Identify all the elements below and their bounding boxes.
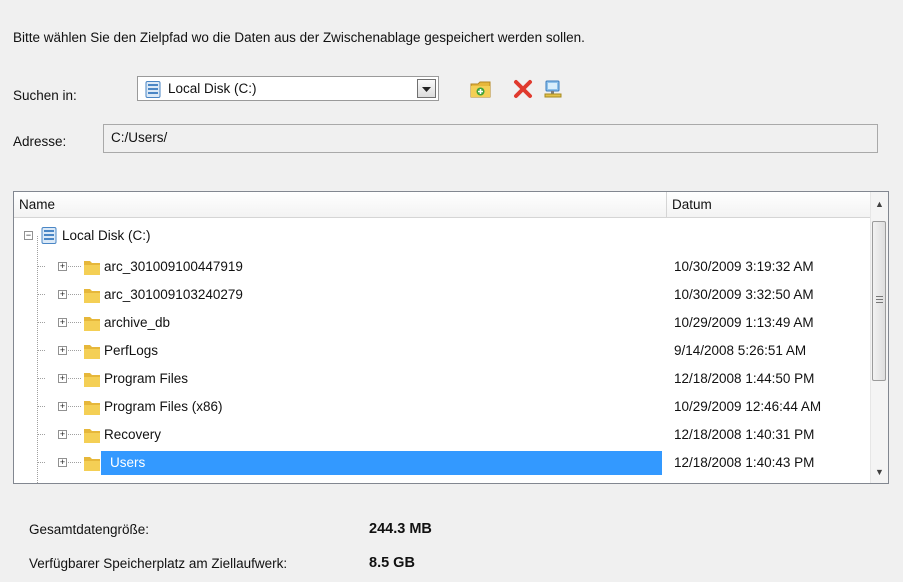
instruction-text: Bitte wählen Sie den Zielpfad wo die Dat… — [13, 30, 585, 45]
delete-icon — [513, 79, 533, 102]
expand-icon[interactable]: + — [58, 318, 67, 327]
address-value: C:/Users/ — [111, 130, 168, 145]
tree-item-date: 10/29/2009 1:13:49 AM — [674, 315, 814, 330]
scroll-up-icon[interactable]: ▲ — [871, 192, 888, 217]
selection-highlight — [101, 451, 662, 475]
column-header-date[interactable]: Datum — [667, 192, 872, 217]
address-field[interactable]: C:/Users/ — [103, 124, 878, 153]
tree-item[interactable]: + arc_301009100447919 10/30/2009 3:19:32… — [14, 253, 872, 281]
vertical-scrollbar[interactable]: ▲ ▼ — [870, 192, 888, 483]
tree-item-date: 10/30/2009 3:32:50 AM — [674, 287, 814, 302]
expand-icon[interactable]: + — [58, 346, 67, 355]
expand-icon[interactable]: + — [58, 262, 67, 271]
tree-item[interactable]: + Program Files (x86) 10/29/2009 12:46:4… — [14, 393, 872, 421]
folder-icon — [83, 258, 101, 279]
folder-icon — [83, 342, 101, 363]
folder-icon — [83, 370, 101, 391]
folder-icon — [83, 286, 101, 307]
tree-item-date: 12/18/2008 1:44:50 PM — [674, 371, 815, 386]
chevron-down-icon — [422, 81, 431, 96]
tree-item-date: 10/30/2009 3:19:32 AM — [674, 259, 814, 274]
tree-item[interactable]: + arc_301009103240279 10/30/2009 3:32:50… — [14, 281, 872, 309]
drive-icon — [41, 227, 57, 247]
network-drive-icon — [543, 79, 563, 102]
tree-item[interactable]: + archive_db 10/29/2009 1:13:49 AM — [14, 309, 872, 337]
address-label: Adresse: — [13, 134, 67, 149]
location-dropdown[interactable]: Local Disk (C:) — [137, 76, 439, 101]
tree-root-row[interactable]: − Local Disk (C:) — [14, 222, 872, 250]
expand-icon[interactable]: + — [58, 374, 67, 383]
tree-item-name: archive_db — [104, 315, 171, 330]
total-size-label: Gesamtdatengröße: — [29, 522, 150, 537]
scroll-down-icon[interactable]: ▼ — [871, 461, 888, 483]
tree-item[interactable]: + PerfLogs 9/14/2008 5:26:51 AM — [14, 337, 872, 365]
collapse-icon[interactable]: − — [24, 231, 33, 240]
delete-button[interactable] — [512, 79, 534, 101]
tree-item[interactable]: + Recovery 12/18/2008 1:40:31 PM — [14, 421, 872, 449]
expand-icon[interactable]: + — [58, 458, 67, 467]
drive-icon — [145, 81, 161, 101]
tree-item-date: 12/18/2008 1:40:43 PM — [674, 455, 815, 470]
tree-item-date: 9/14/2008 5:26:51 AM — [674, 343, 807, 358]
new-folder-button[interactable] — [470, 79, 492, 101]
network-drive-button[interactable] — [542, 79, 564, 101]
available-space-label: Verfügbarer Speicherplatz am Ziellaufwer… — [29, 556, 288, 571]
folder-icon — [83, 314, 101, 335]
tree-root-label: Local Disk (C:) — [62, 228, 151, 243]
tree-item-name: PerfLogs — [104, 343, 159, 358]
tree-item-name: Program Files — [104, 371, 189, 386]
tree-header: Name Datum — [14, 192, 872, 218]
scroll-thumb[interactable] — [872, 221, 886, 381]
folder-icon — [83, 398, 101, 419]
folder-icon — [83, 426, 101, 447]
column-header-name[interactable]: Name — [14, 192, 667, 217]
tree-item-name: Recovery — [104, 427, 162, 442]
expand-icon[interactable]: + — [58, 430, 67, 439]
tree-item-name: arc_301009100447919 — [104, 259, 243, 274]
dropdown-button[interactable] — [417, 79, 436, 98]
folder-icon — [83, 454, 101, 475]
folder-tree[interactable]: Name Datum − Local Disk (C:) + arc_30100… — [13, 191, 889, 484]
expand-icon[interactable]: + — [58, 290, 67, 299]
expand-icon[interactable]: + — [58, 402, 67, 411]
location-selected: Local Disk (C:) — [168, 81, 257, 96]
new-folder-icon — [470, 79, 492, 102]
tree-item-date: 10/29/2009 12:46:44 AM — [674, 399, 822, 414]
tree-item-date: 12/18/2008 1:40:31 PM — [674, 427, 815, 442]
tree-item-name: arc_301009103240279 — [104, 287, 243, 302]
available-space-value: 8.5 GB — [369, 555, 415, 571]
tree-item-selected[interactable]: + Users 12/18/2008 1:40:43 PM — [14, 449, 872, 477]
total-size-value: 244.3 MB — [369, 521, 432, 537]
tree-item-name: Program Files (x86) — [104, 399, 223, 414]
tree-item-name: Users — [110, 455, 146, 470]
tree-item[interactable]: + Program Files 12/18/2008 1:44:50 PM — [14, 365, 872, 393]
location-label: Suchen in: — [13, 88, 77, 103]
